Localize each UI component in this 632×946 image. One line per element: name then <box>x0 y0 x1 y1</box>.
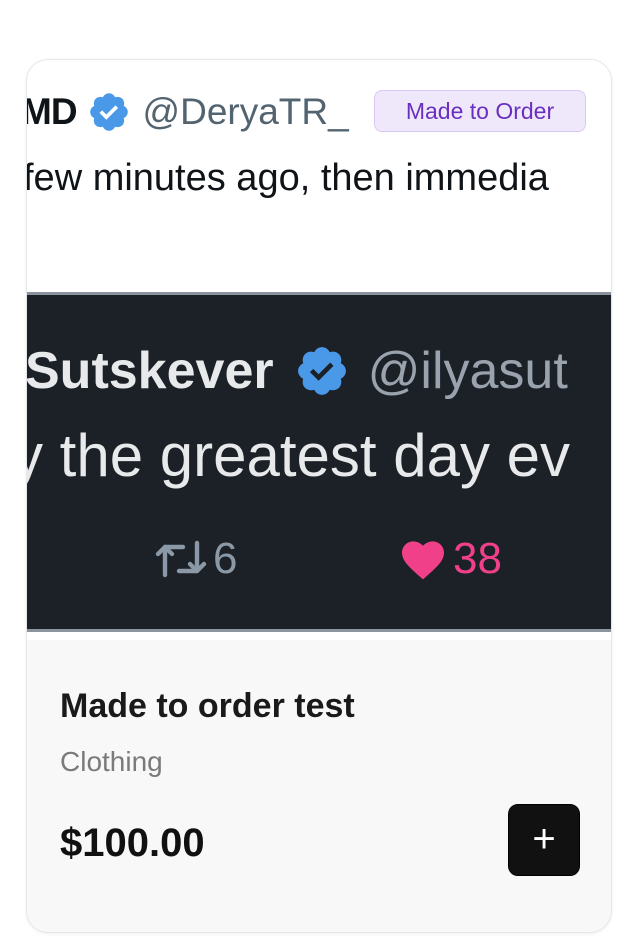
embedded-tweet-screenshot: Sutskever @ilyasut y the greatest day ev… <box>27 292 611 632</box>
embedded-tweet-header: Sutskever @ilyasut <box>27 339 568 403</box>
embedded-tweet-text: y the greatest day ev <box>27 422 570 489</box>
like-stat: 38 <box>399 533 502 585</box>
heart-icon <box>402 541 444 580</box>
retweet-icon <box>155 540 207 578</box>
product-image[interactable]: MD @DeryaTR_ few minutes ago, then immed… <box>27 60 611 640</box>
product-price: $100.00 <box>60 821 205 865</box>
like-count: 38 <box>453 534 502 583</box>
embedded-author-handle: @ilyasut <box>367 342 568 400</box>
embedded-author-name: Sutskever <box>27 342 274 400</box>
tweet-text: few minutes ago, then immedia <box>27 157 549 199</box>
product-title[interactable]: Made to order test <box>60 686 355 726</box>
add-to-cart-button[interactable]: + <box>508 804 580 876</box>
plus-icon: + <box>532 817 556 861</box>
retweet-count: 6 <box>213 534 238 583</box>
tweet-header: MD @DeryaTR_ <box>27 90 349 134</box>
tweet-author-handle: @DeryaTR_ <box>142 91 349 132</box>
verified-badge-icon <box>87 90 131 134</box>
made-to-order-badge: Made to Order <box>374 90 586 132</box>
product-info: Made to order test Clothing $100.00 + <box>27 640 611 932</box>
product-category: Clothing <box>60 746 163 777</box>
retweet-stat: 6 <box>155 533 237 585</box>
tweet-author-name: MD <box>27 91 78 132</box>
product-card[interactable]: MD @DeryaTR_ few minutes ago, then immed… <box>26 59 612 933</box>
verified-badge-icon <box>294 343 350 399</box>
